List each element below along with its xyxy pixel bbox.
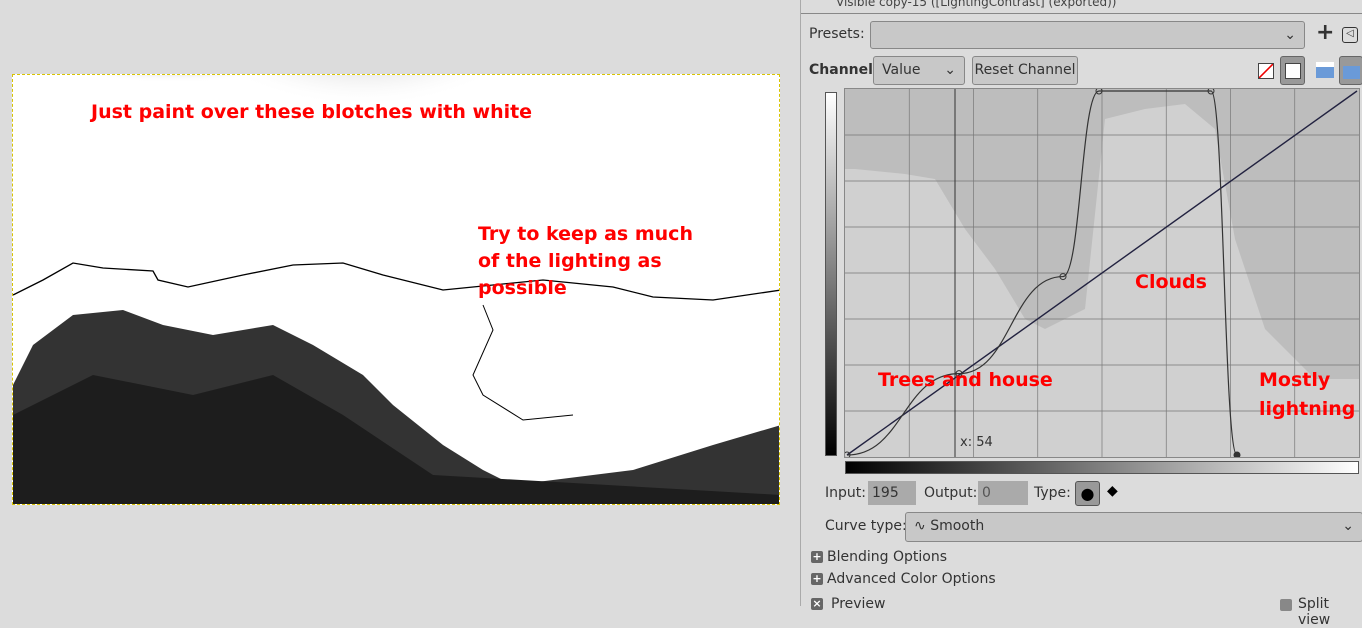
split-view-label: Split view <box>1298 596 1331 628</box>
chevron-down-icon: ⌄ <box>1342 518 1354 534</box>
presets-dropdown[interactable]: ⌄ <box>870 21 1305 49</box>
smooth-curve-icon: ∿ <box>914 518 931 534</box>
output-gradient-bar <box>825 92 837 456</box>
curve-type-value: Smooth <box>930 518 985 534</box>
reset-channel-button[interactable]: Reset Channel <box>972 56 1078 85</box>
type-label: Type: <box>1034 485 1071 501</box>
chevron-down-icon: ⌄ <box>1284 27 1296 43</box>
chevron-down-icon: ⌄ <box>944 62 956 78</box>
curve-graph[interactable]: x: 54 Clouds Trees and house Mostly ligh… <box>843 87 1360 459</box>
log-histogram-button[interactable] <box>1280 56 1305 85</box>
channel-label: Channel: <box>809 62 879 78</box>
layer-title: Visible copy-15 ([LightingContrast] (exp… <box>801 0 1362 14</box>
input-label: Input: <box>825 485 866 501</box>
curve-type-dropdown[interactable]: ∿ Smooth ⌄ <box>905 512 1362 542</box>
annotation-clouds: Clouds <box>1135 271 1207 293</box>
histogram-log-button[interactable] <box>1339 56 1362 85</box>
annotation-trees: Trees and house <box>878 369 1053 391</box>
preview-label: Preview <box>831 596 886 612</box>
curves-panel: Visible copy-15 ([LightingContrast] (exp… <box>800 0 1362 628</box>
annotation-mostly: Mostly <box>1259 369 1331 391</box>
annotation-lightning: lightning <box>1259 398 1356 420</box>
histogram-log-icon <box>1343 63 1360 79</box>
curve-type-label: Curve type: <box>825 518 907 534</box>
smooth-point-icon[interactable]: ● <box>1075 481 1100 506</box>
blending-options[interactable]: Blending Options <box>827 549 947 565</box>
expand-icon[interactable]: + <box>811 573 823 585</box>
expand-icon[interactable]: + <box>811 551 823 563</box>
corner-point-icon[interactable]: ◆ <box>1107 483 1118 499</box>
annotation-lighting: Try to keep as much of the lighting as p… <box>478 223 693 299</box>
channel-value: Value <box>882 62 921 78</box>
preset-menu-icon[interactable]: ◁ <box>1342 27 1358 43</box>
output-label: Output: <box>924 485 978 501</box>
add-preset-icon[interactable]: + <box>1316 20 1334 45</box>
output-spinner[interactable]: 0 <box>978 481 1028 505</box>
channel-dropdown[interactable]: Value ⌄ <box>873 56 965 85</box>
image-canvas[interactable]: Just paint over these blotches with whit… <box>12 74 780 505</box>
input-spinner[interactable]: 195 <box>868 481 916 505</box>
split-view-checkbox[interactable] <box>1280 599 1292 611</box>
advanced-color-options[interactable]: Advanced Color Options <box>827 571 996 587</box>
linear-histogram-icon[interactable] <box>1258 63 1274 79</box>
x-readout: x: 54 <box>960 435 993 450</box>
presets-label: Presets: <box>809 26 865 42</box>
input-value: 195 <box>872 485 899 501</box>
annotation-blotches: Just paint over these blotches with whit… <box>91 101 533 123</box>
output-value: 0 <box>982 485 991 501</box>
log-histogram-icon <box>1285 63 1301 79</box>
preview-checkbox[interactable]: × <box>811 598 823 610</box>
histogram-linear-icon[interactable] <box>1316 62 1334 78</box>
input-gradient-bar <box>845 461 1359 474</box>
curve-point <box>1233 451 1241 459</box>
